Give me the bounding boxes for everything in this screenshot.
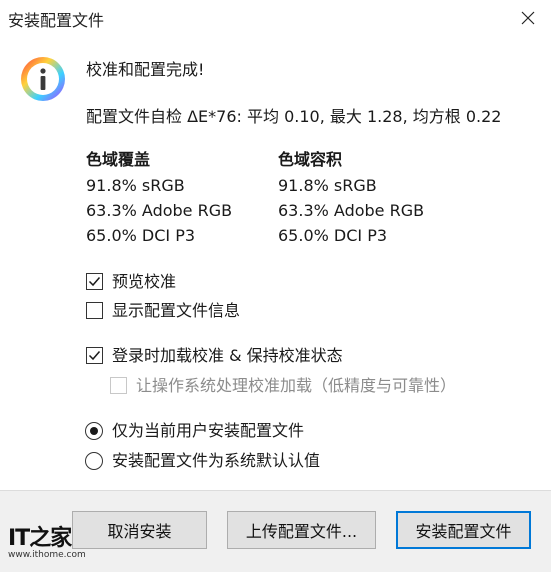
close-button[interactable] [505,0,551,36]
checkmark-icon [88,277,101,287]
ithome-watermark: IT之家 www.ithome.com [8,520,86,560]
gamut-coverage-title: 色域覆盖 [86,150,151,169]
install-system-default-label[interactable]: 安装配置文件为系统默认认值 [112,451,320,471]
ithome-logo: IT之家 [8,526,72,551]
os-calibration-loading-checkbox [110,377,127,394]
load-on-login-checkbox[interactable] [86,347,103,364]
checkmark-icon [88,351,101,361]
gamut-volume-title: 色域容积 [278,150,343,169]
install-system-default-radio[interactable] [85,452,103,470]
install-current-user-radio[interactable] [85,422,103,440]
gamut-volume-adobe-rgb: 63.3% Adobe RGB [278,201,425,220]
preview-calibration-checkbox[interactable] [86,273,103,290]
os-calibration-loading-label: 让操作系统处理校准加载（低精度与可靠性） [136,376,457,395]
self-check-summary: 配置文件自检 ΔE*76: 平均 0.10, 最大 1.28, 均方根 0.22 [86,107,502,126]
gamut-coverage-dci-p3: 65.0% DCI P3 [86,226,196,245]
show-profile-info-checkbox[interactable] [86,302,103,319]
load-on-login-label[interactable]: 登录时加载校准 & 保持校准状态 [112,346,343,366]
upload-profile-button[interactable]: 上传配置文件... [227,511,376,549]
gamut-coverage-srgb: 91.8% sRGB [86,176,185,195]
gamut-volume-dci-p3: 65.0% DCI P3 [278,226,388,245]
gamut-volume-srgb: 91.8% sRGB [278,176,377,195]
info-icon [21,57,65,101]
close-icon [521,11,535,25]
install-profile-button[interactable]: 安装配置文件 [396,511,531,549]
completion-heading: 校准和配置完成! [86,60,205,79]
gamut-coverage-adobe-rgb: 63.3% Adobe RGB [86,201,233,220]
show-profile-info-label[interactable]: 显示配置文件信息 [112,301,240,321]
install-current-user-label[interactable]: 仅为当前用户安装配置文件 [112,421,304,441]
ithome-url: www.ithome.com [8,550,86,560]
title-bar: 安装配置文件 [0,0,551,36]
radio-selected-dot [90,427,98,435]
cancel-install-button[interactable]: 取消安装 [72,511,207,549]
window-title: 安装配置文件 [8,11,105,30]
preview-calibration-label[interactable]: 预览校准 [112,272,176,292]
